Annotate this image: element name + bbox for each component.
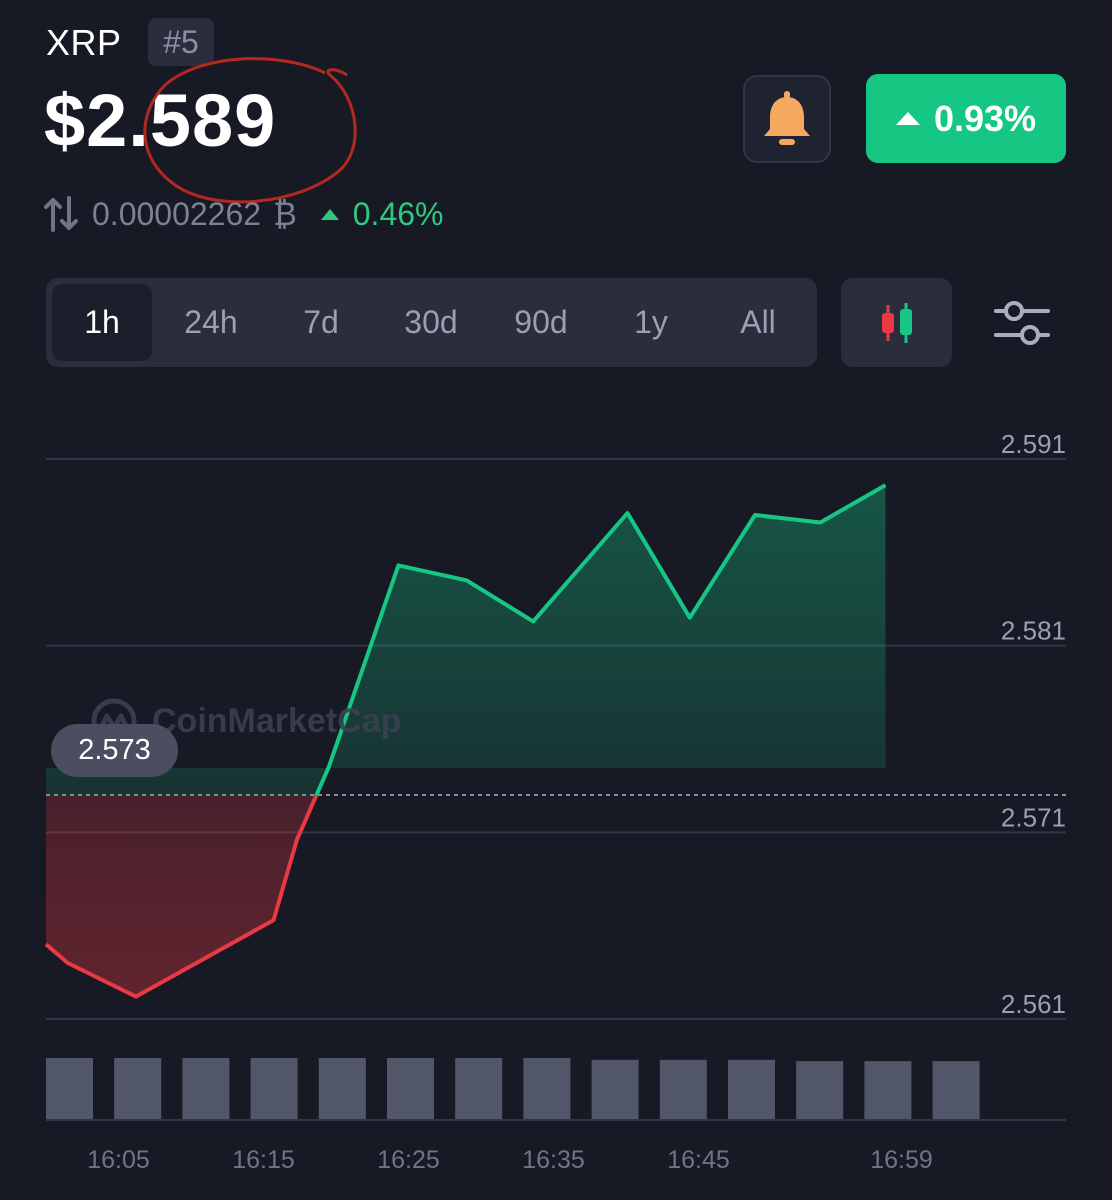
volume-bar <box>932 1061 980 1120</box>
btc-change: 0.46% <box>320 195 444 233</box>
price-alert-button[interactable] <box>743 75 831 163</box>
volume-bar <box>387 1058 434 1120</box>
tab-all[interactable]: All <box>708 284 808 361</box>
volume-bar <box>796 1061 844 1120</box>
up-triangle-icon <box>895 112 920 125</box>
up-triangle-icon <box>320 208 339 220</box>
volume-bar <box>659 1059 707 1120</box>
volume-bar <box>46 1058 93 1120</box>
time-range-tabs: 1h 24h 7d 30d 90d 1y All <box>46 278 817 367</box>
volume-bar <box>114 1058 162 1120</box>
x-tick-label: 16:05 <box>87 1146 150 1174</box>
tab-1h[interactable]: 1h <box>52 284 152 361</box>
bell-icon <box>764 91 810 145</box>
y-tick-label: 2.591 <box>1001 429 1066 459</box>
volume-bar <box>455 1058 503 1120</box>
volume-bar <box>182 1058 230 1120</box>
reference-price-label: 2.573 <box>51 724 178 777</box>
tab-7d[interactable]: 7d <box>271 284 371 361</box>
x-tick-label: 16:45 <box>667 1146 730 1174</box>
price-chart[interactable]: 2.591 2.581 2.571 2.561 16:05 16:15 16:25 16:3… <box>0 380 1112 1180</box>
tab-1y[interactable]: 1y <box>601 284 701 361</box>
price: $2.589 <box>44 79 277 162</box>
volume-bar <box>728 1059 775 1120</box>
x-tick-label: 16:59 <box>870 1146 933 1174</box>
tab-90d[interactable]: 90d <box>491 284 591 361</box>
volume-bar <box>318 1058 366 1120</box>
x-tick-label: 16:15 <box>232 1146 295 1174</box>
volume-bar <box>864 1061 912 1120</box>
btc-symbol: ₿ <box>273 195 297 232</box>
volume-bar <box>523 1058 571 1120</box>
btc-price-row: 0.00002262 ₿ 0.46% <box>44 194 443 234</box>
y-tick-label: 2.581 <box>1001 616 1066 646</box>
settings-sliders-icon[interactable] <box>994 298 1050 348</box>
watermark-text: CoinMarketCap <box>152 701 402 740</box>
x-tick-label: 16:35 <box>522 1146 585 1174</box>
y-tick-label: 2.561 <box>1001 989 1066 1019</box>
volume-bar <box>250 1058 298 1120</box>
rank-badge: #5 <box>148 18 214 66</box>
btc-change-value: 0.46% <box>352 195 444 232</box>
x-tick-label: 16:25 <box>377 1146 440 1174</box>
coin-symbol: XRP <box>46 22 122 63</box>
tab-24h[interactable]: 24h <box>161 284 261 361</box>
btc-value: 0.00002262 <box>92 195 262 232</box>
tab-30d[interactable]: 30d <box>381 284 481 361</box>
candlestick-toggle-button[interactable] <box>841 278 952 367</box>
volume-bar <box>591 1059 639 1120</box>
y-tick-label: 2.571 <box>1001 802 1066 832</box>
candlestick-icon <box>881 302 912 343</box>
price-change-badge: 0.93% <box>866 74 1066 163</box>
price-change-value: 0.93% <box>933 97 1037 139</box>
swap-arrows-icon <box>44 196 78 232</box>
